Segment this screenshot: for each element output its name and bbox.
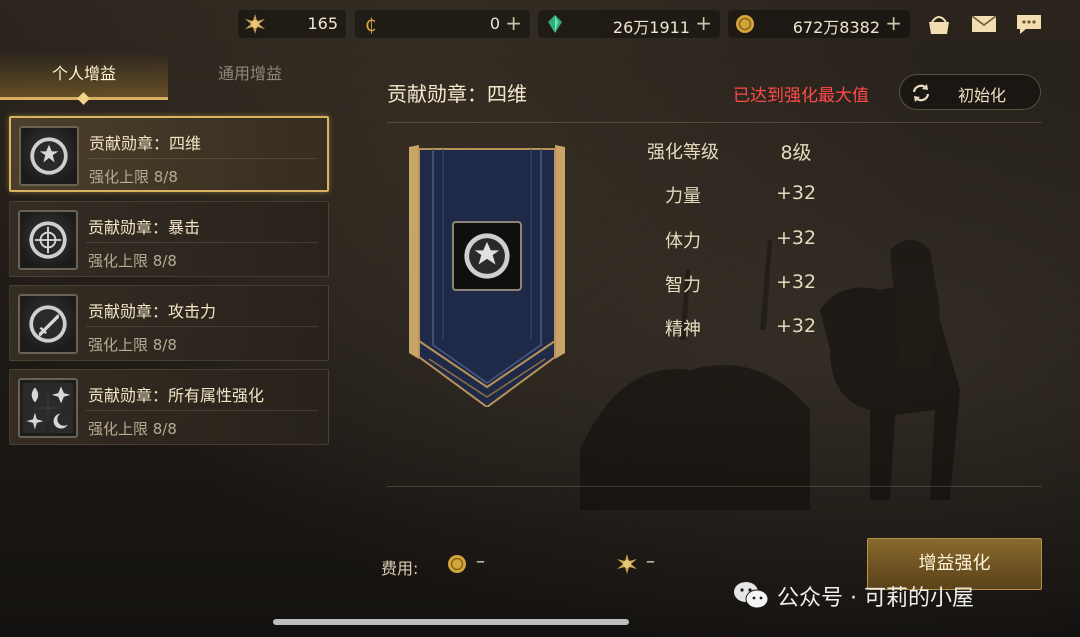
tab-common-buff-label: 通用增益 bbox=[217, 64, 282, 83]
currency-gold-value: 672万8382 bbox=[792, 18, 880, 37]
divider bbox=[87, 158, 317, 159]
medal-detail-title: 贡献勋章：四维 bbox=[387, 82, 527, 106]
stat-value-vitality: +32 bbox=[775, 227, 817, 249]
medal-name: 贡献勋章：四维 bbox=[89, 134, 202, 153]
shop-icon[interactable] bbox=[925, 12, 953, 36]
reset-button[interactable]: 初始化 bbox=[899, 74, 1041, 110]
currency-crystal: 26万1911 + bbox=[538, 10, 720, 38]
tab-personal-buff[interactable]: 个人增益 bbox=[0, 52, 168, 105]
medal-name: 贡献勋章：暴击 bbox=[88, 218, 201, 237]
divider bbox=[86, 326, 318, 327]
gold-coin-icon bbox=[448, 555, 466, 573]
mail-icon[interactable] bbox=[970, 12, 998, 36]
medal-name: 贡献勋章：所有属性强化 bbox=[88, 386, 265, 405]
currency-coin-c-value: 0 bbox=[489, 14, 500, 33]
currency-medal-value: 165 bbox=[307, 14, 338, 33]
stat-value-spirit: +32 bbox=[775, 315, 817, 337]
medal-name: 贡献勋章：攻击力 bbox=[88, 302, 217, 321]
home-indicator[interactable] bbox=[273, 619, 629, 625]
four-stats-medal-icon bbox=[452, 221, 522, 291]
tab-common-buff[interactable]: 通用增益 bbox=[168, 52, 332, 100]
add-coin-c-button[interactable]: + bbox=[505, 11, 522, 35]
watermark: 公众号 · 可莉的小屋 bbox=[732, 578, 1042, 612]
top-bar: 165 ₵ 0 + 26万1911 + 672万8382 + bbox=[0, 0, 1080, 48]
stat-value-strength: +32 bbox=[775, 182, 817, 204]
medal-list-item-stats[interactable]: 贡献勋章：四维 强化上限 8/8 bbox=[9, 116, 329, 192]
sword-medal-icon bbox=[18, 294, 78, 354]
four-stats-medal-icon bbox=[19, 126, 79, 186]
add-gold-button[interactable]: + bbox=[885, 11, 902, 35]
refresh-icon bbox=[912, 84, 930, 102]
currency-crystal-value: 26万1911 bbox=[612, 18, 690, 37]
divider bbox=[387, 122, 1042, 123]
svg-text:₵: ₵ bbox=[365, 15, 376, 35]
stat-label-intelligence: 智力 bbox=[665, 275, 701, 296]
stat-value-intelligence: +32 bbox=[775, 271, 817, 293]
stat-label-vitality: 体力 bbox=[665, 231, 701, 252]
divider bbox=[86, 242, 318, 243]
sun-medal-icon bbox=[245, 14, 265, 34]
medal-list-item-all-attributes[interactable]: 贡献勋章：所有属性强化 强化上限 8/8 bbox=[9, 369, 329, 445]
cost-medal-value: – bbox=[646, 551, 655, 572]
currency-coin-c: ₵ 0 + bbox=[355, 10, 530, 38]
medal-limit: 强化上限 8/8 bbox=[88, 420, 177, 438]
medal-list-item-attack[interactable]: 贡献勋章：攻击力 强化上限 8/8 bbox=[9, 285, 329, 361]
divider bbox=[86, 410, 318, 411]
active-tab-indicator bbox=[77, 92, 90, 105]
cost-gold-value: – bbox=[476, 551, 485, 572]
medal-list-item-crit[interactable]: 贡献勋章：暴击 强化上限 8/8 bbox=[9, 201, 329, 277]
wechat-icon bbox=[734, 582, 769, 609]
chat-icon[interactable] bbox=[1015, 12, 1043, 36]
green-crystal-icon bbox=[548, 15, 562, 33]
crit-medal-icon bbox=[18, 210, 78, 270]
gold-coin-icon bbox=[736, 15, 754, 33]
sun-medal-icon bbox=[617, 554, 637, 574]
medal-limit: 强化上限 8/8 bbox=[88, 336, 177, 354]
all-elements-medal-icon bbox=[18, 378, 78, 438]
add-crystal-button[interactable]: + bbox=[695, 11, 712, 35]
cost-label: 费用: bbox=[381, 559, 419, 578]
stat-label-strength: 力量 bbox=[665, 186, 701, 207]
stat-label-spirit: 精神 bbox=[665, 319, 701, 340]
divider bbox=[387, 486, 1042, 487]
tab-personal-buff-label: 个人增益 bbox=[51, 64, 116, 83]
stat-value-level: 8级 bbox=[780, 142, 812, 164]
gold-c-coin-icon: ₵ bbox=[365, 15, 376, 35]
currency-medal: 165 bbox=[238, 10, 346, 38]
buff-tabs: 个人增益 通用增益 bbox=[0, 52, 332, 105]
enhance-buff-button-label: 增益强化 bbox=[918, 553, 991, 574]
stat-label-level: 强化等级 bbox=[647, 142, 719, 163]
reset-button-label: 初始化 bbox=[958, 86, 1007, 105]
medal-limit: 强化上限 8/8 bbox=[89, 168, 178, 186]
currency-gold: 672万8382 + bbox=[728, 10, 910, 38]
max-level-notice: 已达到强化最大值 bbox=[733, 86, 869, 106]
watermark-text: 公众号 · 可莉的小屋 bbox=[777, 586, 974, 611]
medal-limit: 强化上限 8/8 bbox=[88, 252, 177, 270]
